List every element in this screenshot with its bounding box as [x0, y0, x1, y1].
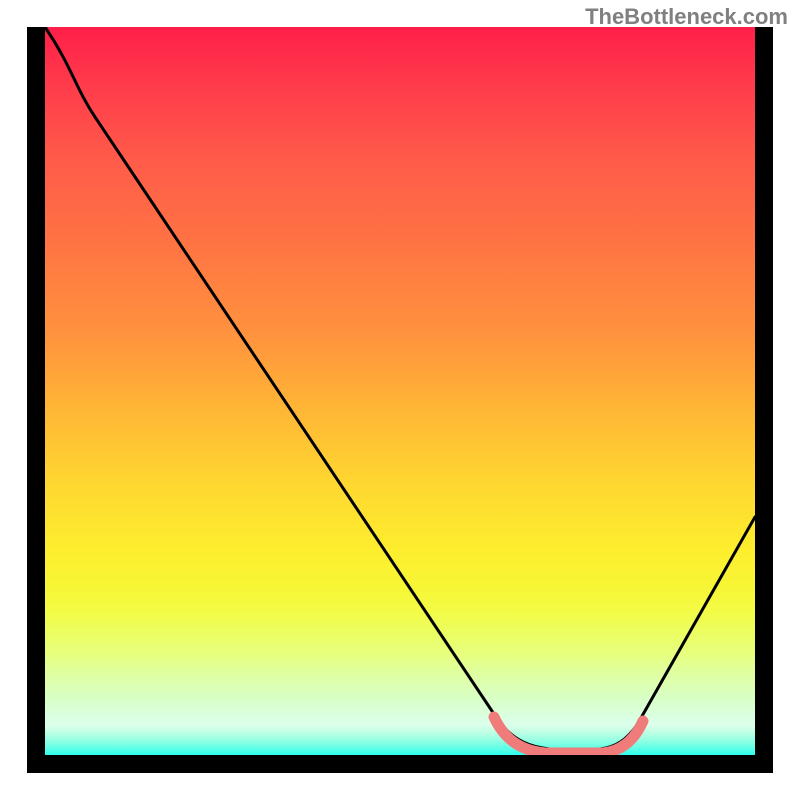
heat-gradient [45, 27, 755, 755]
attribution-label: TheBottleneck.com [585, 4, 788, 30]
chart-container: TheBottleneck.com [0, 0, 800, 800]
plot-frame [27, 27, 773, 773]
